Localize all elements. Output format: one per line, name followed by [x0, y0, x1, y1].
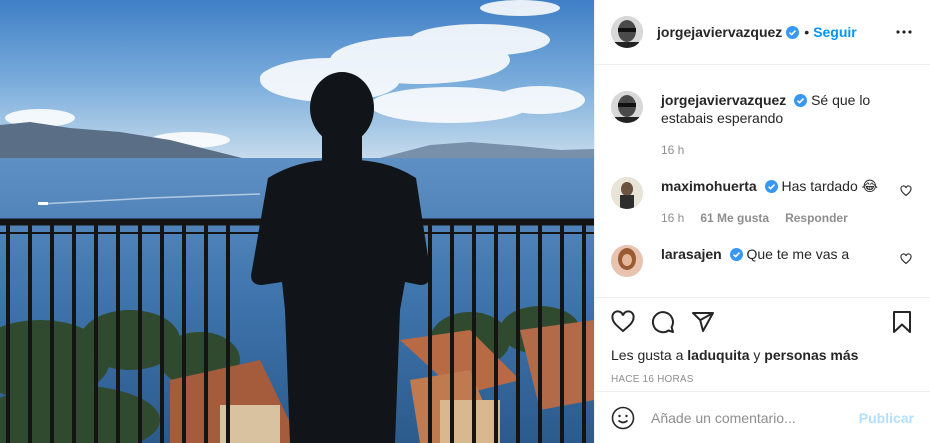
likes-prefix: Les gusta a	[611, 347, 684, 363]
comment-item: maximohuerta Has tardado 😂 16 h 61 Me gu…	[611, 177, 914, 227]
post-actions: Les gusta a laduquita y personas más HAC…	[595, 297, 930, 391]
comment-body: jorgejaviervazquez Sé que lo estabais es…	[661, 91, 914, 159]
separator-dot: •	[804, 24, 810, 40]
post-timestamp[interactable]: HACE 16 HORAS	[611, 374, 914, 385]
bookmark-icon	[893, 311, 911, 333]
author-username[interactable]: jorgejaviervazquez	[657, 24, 782, 40]
comment-time[interactable]: 16 h	[661, 209, 684, 227]
comment-icon	[652, 311, 674, 334]
instagram-post: jorgejaviervazquez • Seguir jorgejavierv…	[0, 0, 930, 443]
reply-button[interactable]: Responder	[785, 209, 848, 227]
comments-list[interactable]: jorgejaviervazquez Sé que lo estabais es…	[595, 65, 930, 297]
comment-body: larasajen Que te me vas a	[661, 245, 914, 277]
comment-username[interactable]: maximohuerta	[661, 178, 757, 194]
likes-summary: Les gusta a laduquita y personas más	[611, 346, 914, 364]
comment-button[interactable]	[651, 310, 675, 334]
send-icon	[692, 312, 714, 332]
commenter-avatar-image	[611, 91, 643, 123]
comment-username[interactable]: larasajen	[661, 246, 722, 262]
add-comment-bar: Publicar	[595, 391, 930, 443]
commenter-avatar-image	[611, 177, 643, 209]
action-icons	[611, 298, 914, 346]
comment-text: Que te me vas a	[746, 246, 850, 262]
comment-input[interactable]	[651, 409, 859, 426]
commenter-avatar[interactable]	[611, 91, 643, 123]
more-options-icon	[896, 30, 912, 34]
verified-icon	[786, 25, 800, 39]
author-avatar[interactable]	[611, 16, 643, 48]
comment-username[interactable]: jorgejaviervazquez	[661, 92, 786, 108]
post-side-panel: jorgejaviervazquez • Seguir jorgejavierv…	[594, 0, 930, 443]
comment-meta: 16 h 61 Me gusta Responder	[661, 209, 914, 227]
comment-likes[interactable]: 61 Me gusta	[700, 209, 769, 227]
post-header: jorgejaviervazquez • Seguir	[595, 0, 930, 65]
verified-icon	[794, 94, 808, 107]
emoji-icon[interactable]	[611, 406, 635, 430]
share-button[interactable]	[691, 310, 715, 334]
save-button[interactable]	[890, 310, 914, 334]
author-avatar-image	[611, 16, 643, 48]
commenter-avatar[interactable]	[611, 245, 643, 277]
like-comment-heart-icon[interactable]	[900, 185, 912, 197]
like-comment-heart-icon[interactable]	[900, 253, 912, 265]
verified-icon	[729, 248, 743, 261]
comment-time[interactable]: 16 h	[661, 141, 684, 159]
comment-meta: 16 h	[661, 141, 914, 159]
balcony-photo	[0, 0, 594, 443]
verified-icon	[764, 180, 778, 193]
comment-body: maximohuerta Has tardado 😂 16 h 61 Me gu…	[661, 177, 914, 227]
likes-user-link[interactable]: laduquita	[687, 347, 749, 363]
likes-conj: y	[753, 347, 761, 363]
heart-icon	[611, 310, 635, 333]
follow-button[interactable]: Seguir	[813, 24, 857, 40]
commenter-avatar-image	[611, 245, 643, 277]
publish-button[interactable]: Publicar	[859, 410, 914, 426]
comment-text: Has tardado 😂	[781, 178, 879, 194]
commenter-avatar[interactable]	[611, 177, 643, 209]
post-photo[interactable]	[0, 0, 594, 443]
comment-item: larasajen Que te me vas a	[611, 245, 914, 277]
more-options-button[interactable]	[892, 20, 916, 44]
caption-comment: jorgejaviervazquez Sé que lo estabais es…	[611, 91, 914, 159]
likes-others-link[interactable]: personas más	[764, 347, 858, 363]
like-button[interactable]	[611, 310, 635, 334]
